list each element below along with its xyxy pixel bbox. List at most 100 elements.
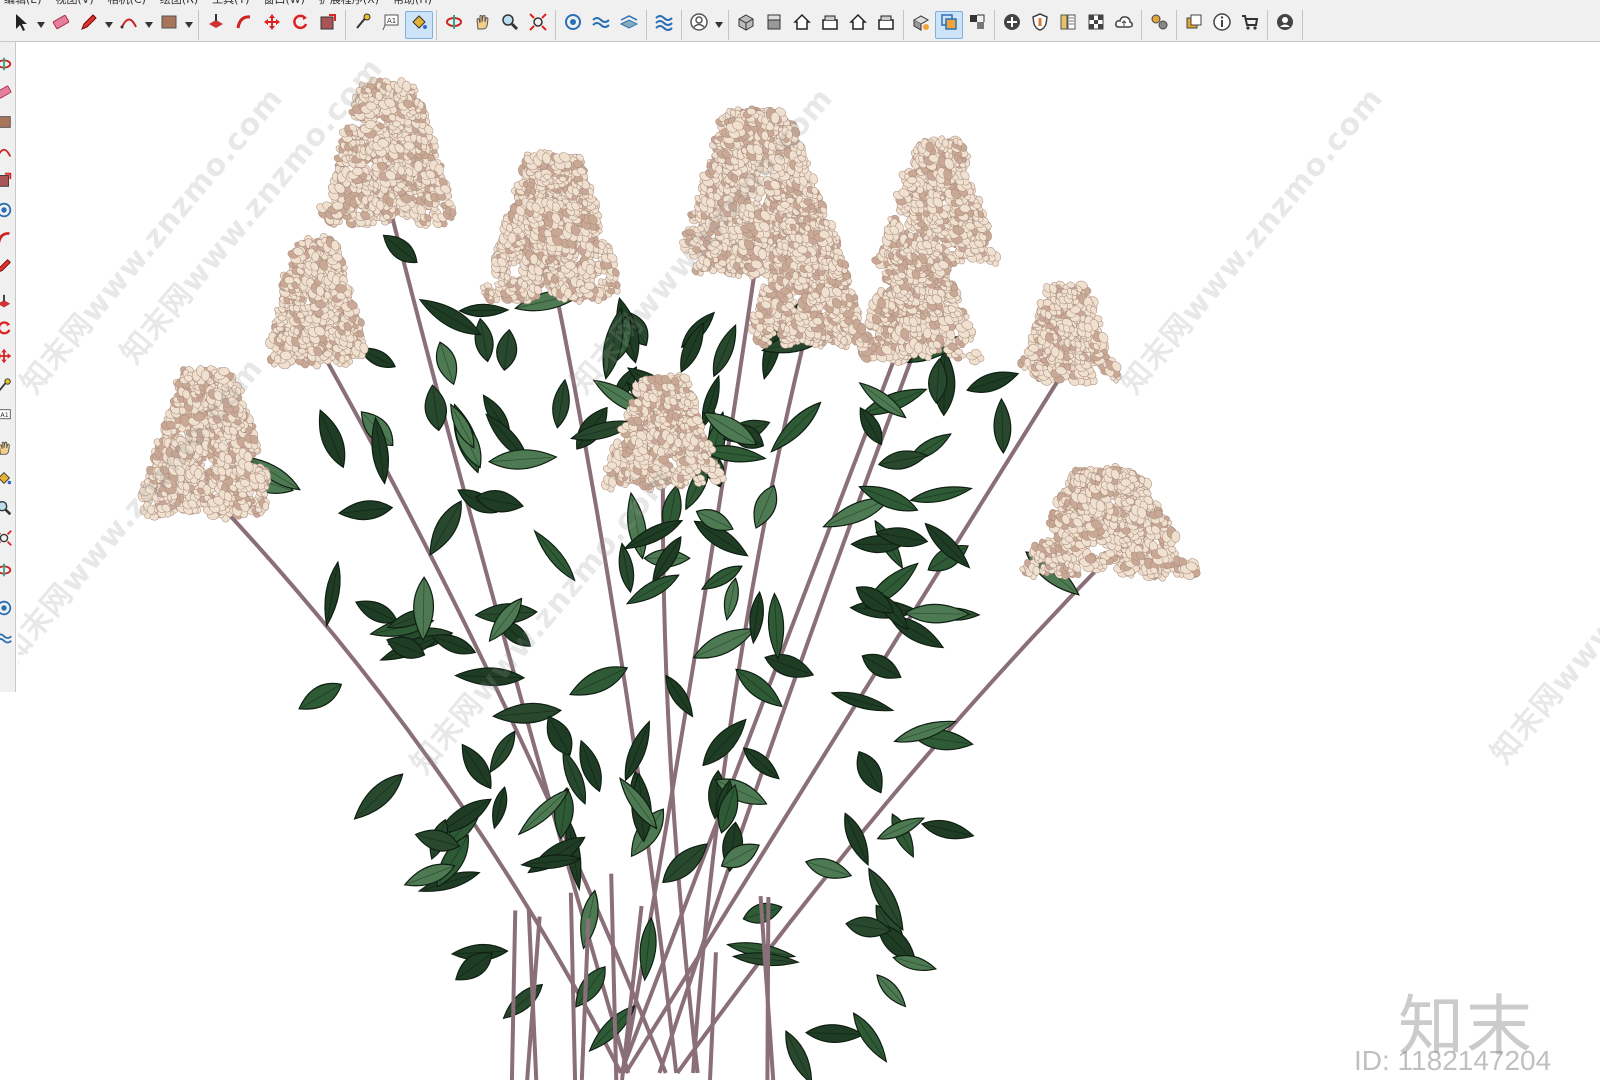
eraser-icon (51, 12, 71, 37)
tape-measure-button[interactable] (349, 11, 377, 39)
left-scale-icon[interactable] (0, 170, 14, 190)
paint-bucket-button[interactable] (405, 10, 433, 39)
arc-button[interactable] (115, 11, 143, 39)
left-rectangle-icon[interactable] (0, 112, 14, 132)
stamp-button[interactable] (615, 11, 643, 39)
right-view-button[interactable] (816, 11, 844, 39)
rotate-button[interactable] (286, 11, 314, 39)
push-pull-button[interactable] (202, 11, 230, 39)
leaf (298, 682, 343, 710)
smoove-button[interactable] (587, 11, 615, 39)
left-pencil-icon[interactable] (0, 256, 14, 276)
orbit-button[interactable] (440, 11, 468, 39)
left-tape-measure-icon[interactable] (0, 376, 14, 396)
push-pull-icon (206, 12, 226, 37)
x-ray-button[interactable] (935, 10, 963, 39)
checker-button[interactable] (1082, 11, 1110, 39)
left-sandbox-icon[interactable] (0, 200, 14, 220)
left-push-pull-icon[interactable] (0, 292, 14, 312)
leaf (458, 303, 510, 318)
back-view-button[interactable] (844, 11, 872, 39)
text-icon: A1 (381, 12, 401, 37)
sandbox-button[interactable] (559, 11, 587, 39)
section-icon (967, 12, 987, 37)
menu-item-2[interactable]: 相机(C) (108, 0, 146, 8)
left-rotate-icon[interactable] (0, 318, 14, 338)
model-viewport[interactable]: 知末网www.znzmo.com 知末网www.znzmo.com 知末网www… (18, 43, 1600, 1080)
leaf (770, 401, 822, 453)
shield-button[interactable] (1026, 11, 1054, 39)
chevron-down-icon[interactable] (143, 11, 155, 39)
shield-icon (1030, 12, 1050, 37)
account-button[interactable] (1271, 11, 1299, 39)
select-icon (11, 12, 31, 37)
pencil-button[interactable] (75, 11, 103, 39)
left-text-icon[interactable]: A1 (0, 406, 14, 426)
leaf (909, 486, 974, 503)
left-move-icon[interactable] (0, 346, 14, 366)
menu-item-6[interactable]: 扩展程序(X) (319, 0, 379, 8)
scale-button[interactable] (314, 11, 342, 39)
iso-view-button[interactable] (732, 11, 760, 39)
left-pan-icon[interactable] (0, 438, 14, 458)
front-view-button[interactable] (788, 11, 816, 39)
rectangle-button[interactable] (155, 11, 183, 39)
user-button[interactable] (685, 11, 713, 39)
left-zoom-extents-icon[interactable] (0, 528, 14, 548)
top-view-icon (764, 12, 784, 37)
pan-button[interactable] (468, 11, 496, 39)
left-view-button[interactable] (872, 11, 900, 39)
left-smoove-icon[interactable] (0, 628, 14, 648)
follow-me-button[interactable] (230, 11, 258, 39)
chevron-down-icon[interactable] (183, 11, 195, 39)
leaf (856, 750, 883, 794)
add-location-icon (1002, 12, 1022, 37)
left-orbit-icon[interactable] (0, 560, 14, 580)
chevron-down-icon[interactable] (35, 11, 47, 39)
text-button[interactable]: A1 (377, 11, 405, 39)
left-zoom-icon[interactable] (0, 498, 14, 518)
menu-item-4[interactable]: 工具(T) (212, 0, 249, 8)
leaf (337, 500, 394, 521)
chevron-down-icon[interactable] (713, 11, 725, 39)
toolbar-group-0 (4, 9, 199, 40)
toolbar-group-4 (556, 9, 647, 40)
move-button[interactable] (258, 11, 286, 39)
toolbar-group-9 (995, 9, 1142, 40)
section-button[interactable] (963, 11, 991, 39)
zoom-extents-button[interactable] (524, 11, 552, 39)
leaf (382, 234, 418, 264)
materials-button[interactable] (1054, 11, 1082, 39)
extensions-button[interactable] (1145, 11, 1173, 39)
left-orbit-icon[interactable] (0, 54, 14, 74)
menu-item-5[interactable]: 窗口(W) (263, 0, 304, 8)
cart-button[interactable] (1236, 11, 1264, 39)
flower-panicle (265, 233, 369, 370)
leaf (861, 653, 902, 679)
select-button[interactable] (7, 11, 35, 39)
chevron-down-icon[interactable] (103, 11, 115, 39)
info-button[interactable] (1208, 11, 1236, 39)
layout-button[interactable] (1180, 11, 1208, 39)
checker-icon (1086, 12, 1106, 37)
eraser-button[interactable] (47, 11, 75, 39)
left-arc-icon[interactable] (0, 142, 14, 162)
zoom-button[interactable] (496, 11, 524, 39)
left-eraser-icon[interactable] (0, 82, 14, 102)
menu-item-7[interactable]: 帮助(H) (393, 0, 432, 8)
zoom-icon (500, 12, 520, 37)
left-sandbox-icon[interactable] (0, 598, 14, 618)
drape-button[interactable] (650, 11, 678, 39)
toolbar-group-11 (1177, 9, 1268, 40)
add-location-button[interactable] (998, 11, 1026, 39)
cloud-button[interactable] (1110, 11, 1138, 39)
rotate-icon (290, 12, 310, 37)
top-view-button[interactable] (760, 11, 788, 39)
leaf (353, 773, 404, 820)
menu-item-1[interactable]: 视图(V) (56, 0, 94, 8)
styles-button[interactable] (907, 11, 935, 39)
left-paint-bucket-icon[interactable] (0, 468, 14, 488)
menu-item-3[interactable]: 绘图(R) (160, 0, 198, 8)
left-follow-me-icon[interactable] (0, 228, 14, 248)
menu-item-0[interactable]: 编辑(E) (4, 0, 42, 8)
